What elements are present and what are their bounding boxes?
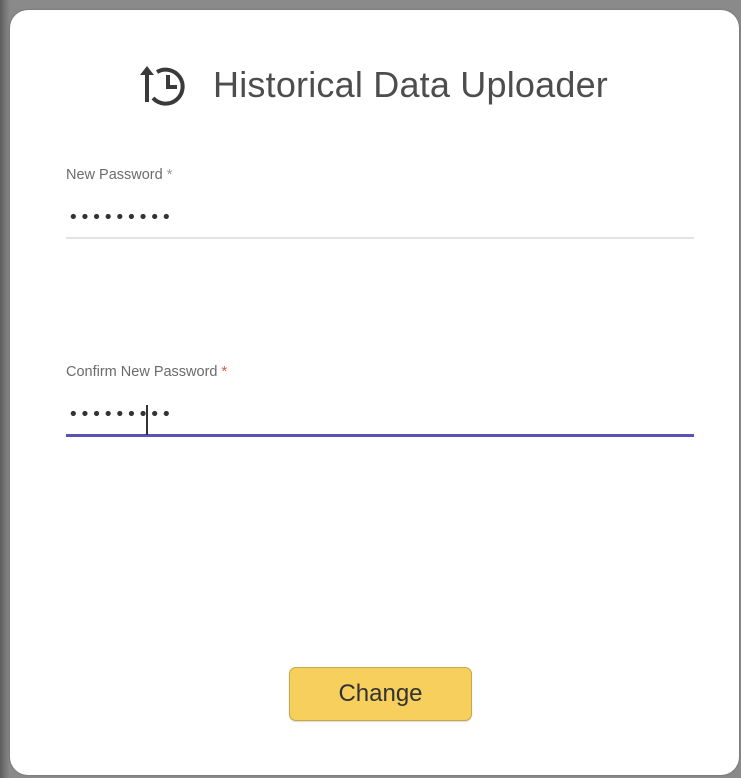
required-marker: * [166, 167, 173, 183]
confirm-password-input[interactable] [66, 394, 694, 434]
new-password-underline [66, 237, 694, 239]
page-title: Historical Data Uploader [213, 64, 608, 105]
text-caret [146, 405, 148, 435]
confirm-password-label-text: Confirm New Password [66, 364, 218, 380]
confirm-password-underline [66, 434, 694, 437]
dialog-header: Historical Data Uploader [10, 60, 739, 110]
required-marker: * [221, 364, 228, 380]
new-password-field: New Password * [66, 165, 694, 239]
change-button[interactable]: Change [289, 667, 472, 721]
confirm-password-field: Confirm New Password * [66, 362, 694, 437]
change-password-dialog: Historical Data Uploader New Password* C… [10, 10, 739, 775]
confirm-password-label: Confirm New Password * [66, 362, 694, 382]
window-frame: Historical Data Uploader New Password* C… [0, 0, 741, 778]
new-password-label-text: New Password [66, 167, 163, 183]
upload-history-icon [140, 66, 185, 106]
new-password-input[interactable] [66, 197, 694, 237]
new-password-label: New Password * [66, 165, 694, 185]
